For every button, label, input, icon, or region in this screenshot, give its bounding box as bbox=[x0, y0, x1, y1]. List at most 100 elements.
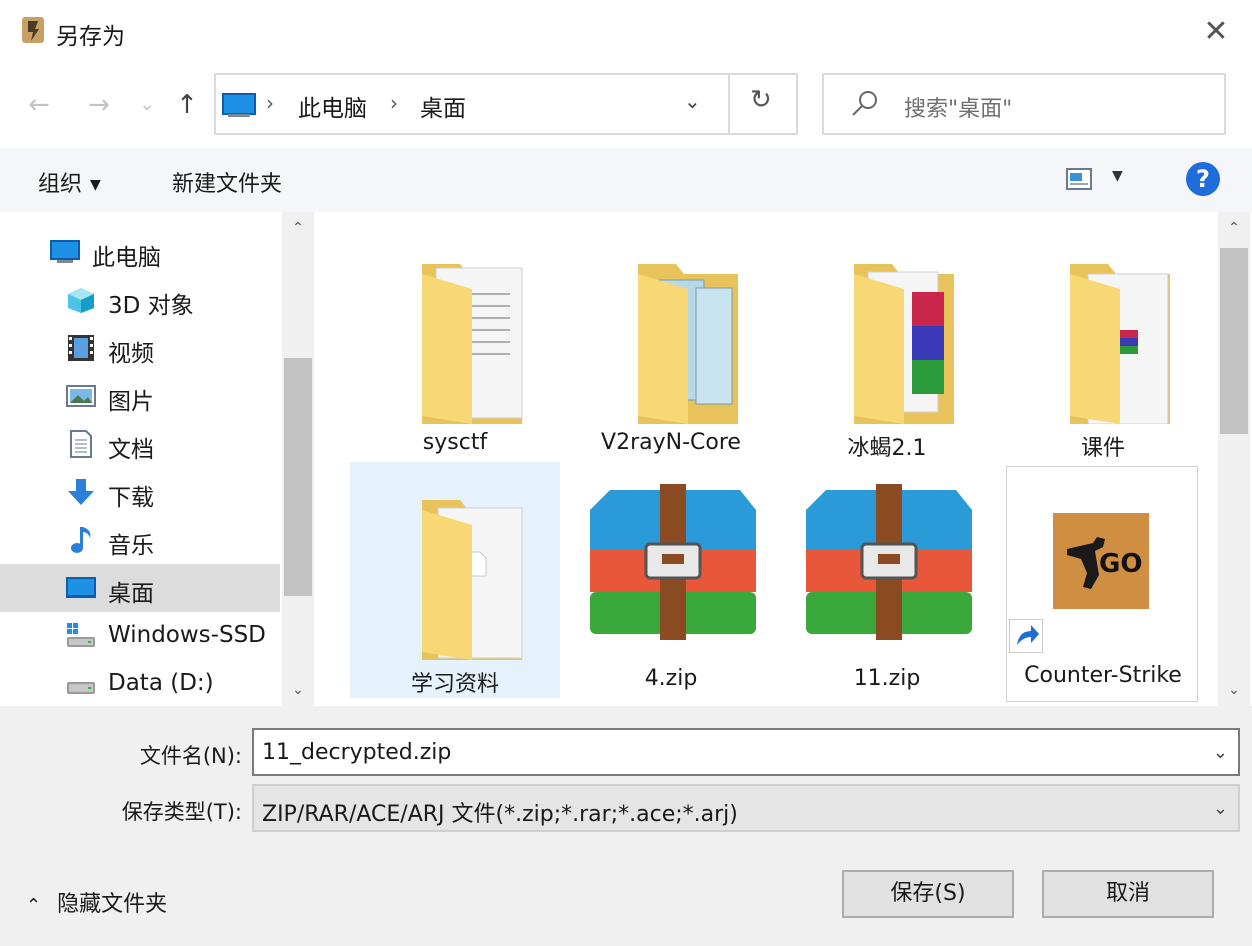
nav-item-label: Data (D:) bbox=[108, 670, 214, 696]
folder-icon bbox=[422, 500, 523, 660]
badge-text: GO bbox=[1099, 549, 1143, 579]
file-item-counter-strike[interactable]: GO Counter-Strike bbox=[1006, 466, 1198, 702]
up-button[interactable]: ↑ bbox=[172, 90, 202, 120]
music-icon bbox=[71, 527, 91, 553]
scrollbar-thumb[interactable] bbox=[284, 358, 312, 596]
breadcrumb-separator: › bbox=[266, 91, 274, 115]
breadcrumb-desktop[interactable]: 桌面 bbox=[420, 89, 466, 123]
file-item-study-materials[interactable]: 学习资料 bbox=[350, 462, 560, 698]
view-options-icon[interactable] bbox=[1066, 168, 1092, 190]
filename-label: 文件名(N): bbox=[139, 744, 242, 768]
view-dropdown-icon[interactable]: ▼ bbox=[1112, 168, 1123, 184]
forward-button[interactable]: → bbox=[84, 90, 114, 120]
nav-item-label: 桌面 bbox=[108, 581, 154, 607]
save-options-panel: 文件名(N): 11_decrypted.zip ⌄ 保存类型(T): ZIP/… bbox=[0, 706, 1252, 946]
nav-item-videos[interactable]: 视频 bbox=[0, 324, 280, 372]
breadcrumb-this-pc[interactable]: 此电脑 bbox=[298, 89, 367, 123]
address-bar[interactable]: › 此电脑 › 桌面 ⌄ ↻ bbox=[214, 73, 798, 135]
help-icon[interactable]: ? bbox=[1186, 162, 1220, 196]
hide-folders-label: 隐藏文件夹 bbox=[57, 892, 168, 917]
winrar-archive-icon bbox=[806, 484, 972, 640]
nav-item-label: 下载 bbox=[108, 485, 154, 511]
folder-icon bbox=[638, 264, 738, 424]
file-item-11-zip[interactable]: 11.zip bbox=[782, 462, 992, 698]
filetype-label: 保存类型(T): bbox=[121, 800, 242, 824]
file-item-icescorpion[interactable]: 冰蝎2.1 bbox=[782, 226, 992, 462]
file-name: V2rayN-Core bbox=[601, 430, 741, 455]
video-icon bbox=[68, 335, 94, 361]
file-item-4-zip[interactable]: 4.zip bbox=[566, 462, 776, 698]
nav-item-label: Windows-SSD bbox=[108, 622, 266, 648]
nav-item-desktop[interactable]: 桌面 bbox=[0, 564, 280, 612]
file-item-v2rayn-core[interactable]: V2rayN-Core bbox=[566, 226, 776, 462]
organize-label: 组织 bbox=[38, 172, 83, 197]
nav-item-pictures[interactable]: 图片 bbox=[0, 372, 280, 420]
new-folder-button[interactable]: 新建文件夹 bbox=[172, 166, 282, 198]
scroll-up-icon[interactable]: ⌃ bbox=[282, 212, 314, 244]
file-item-courseware[interactable]: 课件 bbox=[998, 226, 1208, 462]
file-name: 11.zip bbox=[853, 666, 921, 691]
nav-item-music[interactable]: 音乐 bbox=[0, 516, 280, 564]
cube-3d-icon bbox=[68, 288, 94, 313]
filename-field[interactable]: 11_decrypted.zip ⌄ bbox=[252, 728, 1240, 776]
chevron-up-icon: ⌃ bbox=[26, 895, 42, 916]
file-name: 学习资料 bbox=[410, 672, 499, 697]
cancel-button[interactable]: 取消 bbox=[1042, 870, 1214, 918]
navigation-bar: ← → ⌄ ↑ › 此电脑 › 桌面 ⌄ ↻ 搜索"桌面" bbox=[0, 62, 1252, 148]
folder-icon bbox=[422, 264, 523, 424]
nav-item-data-drive[interactable]: Data (D:) bbox=[0, 660, 280, 706]
document-icon bbox=[70, 430, 92, 458]
organize-button[interactable]: 组织 ▼ bbox=[38, 166, 101, 198]
filename-value[interactable]: 11_decrypted.zip bbox=[262, 740, 451, 765]
file-name: 冰蝎2.1 bbox=[847, 436, 927, 461]
shortcut-arrow-icon bbox=[1009, 619, 1043, 653]
search-icon bbox=[852, 91, 877, 116]
drive-icon bbox=[67, 682, 95, 694]
back-button[interactable]: ← bbox=[24, 90, 54, 120]
desktop-icon bbox=[66, 577, 96, 598]
scroll-down-icon[interactable]: ⌄ bbox=[1218, 674, 1250, 706]
scroll-down-icon[interactable]: ⌄ bbox=[282, 674, 314, 706]
computer-icon bbox=[222, 93, 256, 117]
picture-icon bbox=[66, 385, 96, 407]
file-list: sysctf V2rayN-Core 冰蝎2.1 课件 学习资料 4.zip 1… bbox=[316, 212, 1218, 706]
filetype-select[interactable]: ZIP/RAR/ACE/ARJ 文件(*.zip;*.rar;*.ace;*.a… bbox=[252, 784, 1240, 832]
search-box[interactable]: 搜索"桌面" bbox=[822, 73, 1226, 135]
nav-pane-scrollbar[interactable]: ⌃ ⌄ bbox=[282, 212, 314, 706]
chevron-down-icon[interactable]: ⌄ bbox=[1213, 742, 1228, 763]
command-toolbar: 组织 ▼ 新建文件夹 ▼ ? bbox=[0, 148, 1252, 212]
file-list-scrollbar[interactable]: ⌃ ⌄ bbox=[1218, 212, 1250, 706]
file-name: Counter-Strike bbox=[1024, 663, 1182, 688]
nav-item-3d-objects[interactable]: 3D 对象 bbox=[0, 276, 280, 324]
nav-item-this-pc[interactable]: 此电脑 bbox=[0, 228, 280, 276]
nav-item-downloads[interactable]: 下载 bbox=[0, 468, 280, 516]
folder-icon bbox=[854, 264, 954, 424]
file-name: 4.zip bbox=[644, 666, 698, 691]
address-dropdown-icon[interactable]: ⌄ bbox=[684, 89, 701, 113]
dialog-title: 另存为 bbox=[56, 24, 125, 50]
chevron-down-icon[interactable]: ⌄ bbox=[1213, 798, 1228, 819]
nav-item-windows-ssd[interactable]: Windows-SSD bbox=[0, 612, 280, 660]
download-icon bbox=[68, 479, 94, 505]
caret-down-icon: ▼ bbox=[90, 177, 101, 193]
file-item-sysctf[interactable]: sysctf bbox=[350, 226, 560, 462]
search-input[interactable]: 搜索"桌面" bbox=[904, 91, 1012, 123]
scroll-up-icon[interactable]: ⌃ bbox=[1218, 212, 1250, 244]
file-name: 课件 bbox=[1080, 436, 1125, 461]
address-divider bbox=[728, 75, 730, 133]
refresh-button[interactable]: ↻ bbox=[750, 85, 772, 115]
csgo-logo-icon: GO bbox=[1053, 513, 1149, 609]
nav-item-documents[interactable]: 文档 bbox=[0, 420, 280, 468]
title-bar: 另存为 ✕ bbox=[0, 0, 1252, 62]
recent-locations-button[interactable]: ⌄ bbox=[132, 90, 162, 120]
computer-icon bbox=[50, 240, 80, 263]
save-button[interactable]: 保存(S) bbox=[842, 870, 1014, 918]
navigation-pane: 此电脑 3D 对象 视频 图片 文档 下载 音乐 桌面 Windows-SSD … bbox=[0, 212, 314, 706]
hide-folders-toggle[interactable]: ⌃ 隐藏文件夹 bbox=[26, 886, 167, 918]
scrollbar-thumb[interactable] bbox=[1220, 248, 1248, 434]
app-icon bbox=[22, 17, 44, 43]
close-button[interactable]: ✕ bbox=[1196, 12, 1236, 52]
nav-item-label: 此电脑 bbox=[92, 245, 161, 271]
filetype-value: ZIP/RAR/ACE/ARJ 文件(*.zip;*.rar;*.ace;*.a… bbox=[262, 802, 738, 827]
drive-windows-icon bbox=[67, 623, 95, 647]
